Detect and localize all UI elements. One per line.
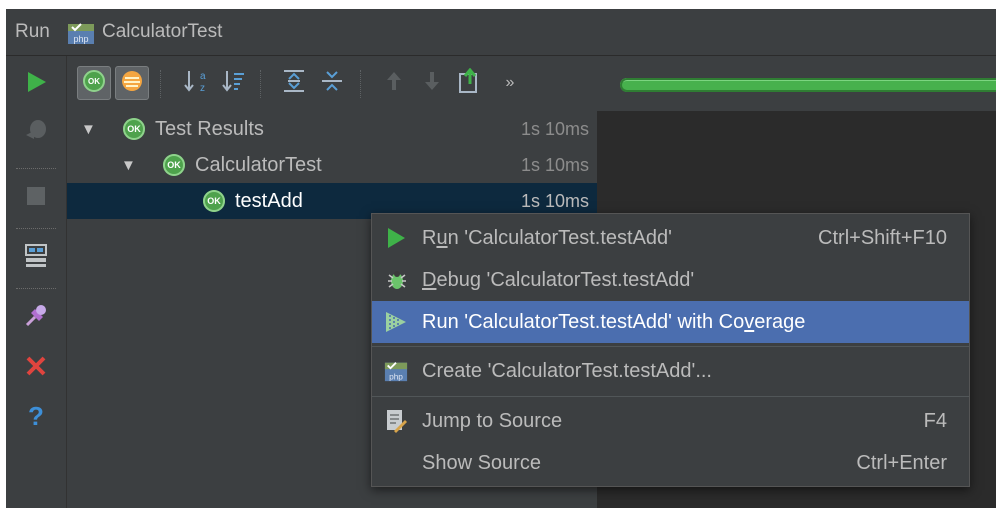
test-passed-icon: OK <box>123 118 145 140</box>
show-passed-button[interactable]: OK <box>77 66 111 100</box>
coverage-icon <box>384 310 408 334</box>
more-actions-button[interactable]: » <box>493 66 527 100</box>
debug-icon <box>384 268 408 292</box>
test-passed-icon: OK <box>163 154 185 176</box>
test-progress-bar <box>620 78 996 92</box>
svg-text:a: a <box>200 71 206 82</box>
toggle-auto-test-button[interactable] <box>20 116 52 148</box>
toolbar-separator <box>360 70 361 98</box>
close-icon <box>25 355 47 382</box>
menu-item-label: Debug 'CalculatorTest.testAdd' <box>422 269 695 291</box>
previous-failed-button[interactable] <box>377 66 411 100</box>
debug-toggle-icon <box>23 117 49 148</box>
tree-row-calculator-test[interactable]: ▼ OK CalculatorTest 1s 10ms <box>67 147 597 183</box>
next-failed-button[interactable] <box>415 66 449 100</box>
tree-row-test-results[interactable]: ▼ OK Test Results 1s 10ms <box>67 111 597 147</box>
svg-text:php: php <box>73 34 88 44</box>
title-prefix: Run <box>15 21 50 42</box>
menu-item-create-test[interactable]: php Create 'CalculatorTest.testAdd'... <box>372 350 969 392</box>
show-passed-icon: OK <box>82 69 106 98</box>
collapse-all-icon <box>320 68 344 99</box>
help-button[interactable]: ? <box>20 400 52 432</box>
menu-item-run-with-coverage[interactable]: Run 'CalculatorTest.testAdd' with Covera… <box>372 301 969 343</box>
sort-alphabetically-button[interactable]: az <box>179 66 213 100</box>
toolbar-separator <box>16 228 56 229</box>
sort-alpha-icon: az <box>183 68 209 99</box>
left-toolbar: ? <box>6 56 67 508</box>
tree-row-duration: 1s 10ms <box>520 119 589 139</box>
tree-row-duration: 1s 10ms <box>520 155 589 175</box>
svg-text:php: php <box>389 371 403 381</box>
menu-separator <box>372 346 969 347</box>
test-passed-icon: OK <box>203 190 225 212</box>
tree-row-label: CalculatorTest <box>195 154 322 176</box>
tree-row-duration: 1s 10ms <box>520 191 589 211</box>
expand-arrow-icon[interactable]: ▼ <box>81 121 96 138</box>
export-icon <box>457 67 483 99</box>
stop-icon <box>25 185 47 212</box>
show-ignored-button[interactable] <box>115 66 149 100</box>
menu-item-label: Create 'CalculatorTest.testAdd'... <box>422 360 712 382</box>
toolbar-separator <box>160 70 161 98</box>
php-file-icon: php <box>66 21 96 50</box>
tool-window-titlebar: Run php CalculatorTest <box>6 9 996 56</box>
arrow-up-icon <box>384 69 404 98</box>
menu-separator <box>372 396 969 397</box>
php-create-icon: php <box>384 359 408 383</box>
toolbar-separator <box>16 288 56 289</box>
menu-item-show-source[interactable]: Show Source Ctrl+Enter <box>372 442 969 484</box>
export-results-button[interactable] <box>453 66 487 100</box>
expand-all-button[interactable] <box>277 66 311 100</box>
jump-to-source-icon <box>384 409 408 433</box>
help-icon: ? <box>28 400 44 431</box>
tree-row-label: Test Results <box>155 118 264 140</box>
menu-item-shortcut: F4 <box>923 410 947 432</box>
expand-all-icon <box>282 68 306 99</box>
window-title: CalculatorTest <box>102 21 223 42</box>
sort-duration-icon <box>221 68 247 99</box>
restore-layout-button[interactable] <box>20 242 52 274</box>
run-icon <box>384 226 408 250</box>
menu-item-label: Run 'CalculatorTest.testAdd' <box>422 227 672 249</box>
more-icon: » <box>505 74 515 91</box>
sort-by-duration-button[interactable] <box>217 66 251 100</box>
rerun-button[interactable] <box>20 68 52 100</box>
menu-item-debug[interactable]: Debug 'CalculatorTest.testAdd' <box>372 259 969 301</box>
collapse-all-button[interactable] <box>315 66 349 100</box>
top-toolbar: OK az » <box>67 56 996 111</box>
run-icon <box>25 70 47 99</box>
menu-item-label: Jump to Source <box>422 410 563 432</box>
menu-item-shortcut: Ctrl+Shift+F10 <box>818 227 947 249</box>
menu-item-label: Run 'CalculatorTest.testAdd' with Covera… <box>422 311 806 333</box>
stop-button[interactable] <box>20 182 52 214</box>
menu-item-jump-to-source[interactable]: Jump to Source F4 <box>372 400 969 442</box>
close-button[interactable] <box>20 352 52 384</box>
svg-text:z: z <box>200 83 205 94</box>
layout-icon <box>24 243 48 274</box>
toolbar-separator <box>260 70 261 98</box>
menu-item-label: Show Source <box>422 452 541 474</box>
arrow-down-icon <box>422 69 442 98</box>
toolbar-separator <box>16 168 56 169</box>
menu-item-run[interactable]: Run 'CalculatorTest.testAdd' Ctrl+Shift+… <box>372 217 969 259</box>
pin-tab-button[interactable] <box>20 302 52 334</box>
pin-icon <box>23 303 49 334</box>
menu-item-shortcut: Ctrl+Enter <box>856 452 947 474</box>
svg-text:OK: OK <box>88 77 100 86</box>
expand-arrow-icon[interactable]: ▼ <box>121 157 136 174</box>
tree-row-label: testAdd <box>235 190 303 212</box>
show-ignored-icon <box>120 69 144 98</box>
context-menu: Run 'CalculatorTest.testAdd' Ctrl+Shift+… <box>371 213 970 487</box>
